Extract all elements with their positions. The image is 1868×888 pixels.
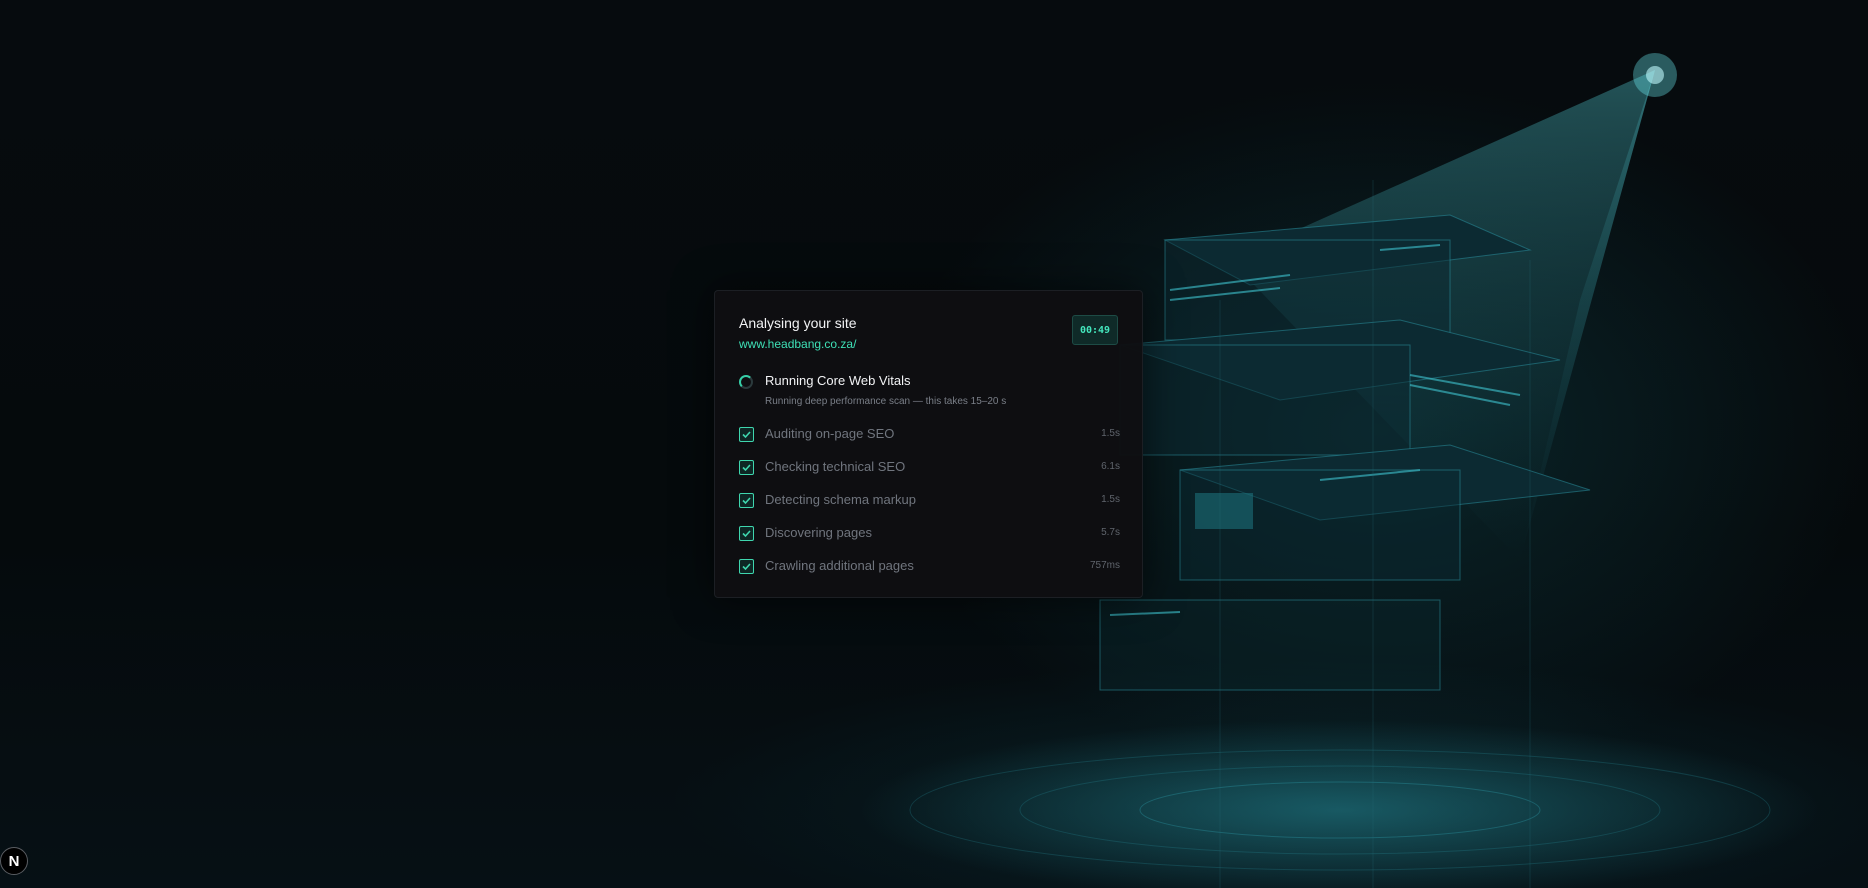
step-label: Auditing on-page SEO <box>765 426 895 441</box>
list-item: Auditing on-page SEO 1.5s <box>739 425 1120 458</box>
step-duration: 6.1s <box>1101 461 1120 472</box>
step-duration: 1.5s <box>1101 428 1120 439</box>
step-label: Detecting schema markup <box>765 492 917 507</box>
step-duration: 757ms <box>1089 560 1120 571</box>
site-url: www.headbang.co.za/ <box>739 337 857 351</box>
checkbox-checked-icon <box>739 493 754 508</box>
page-background: Analysing your site www.headbang.co.za/ … <box>0 0 1868 888</box>
list-item: Detecting schema markup 1.5s <box>739 491 1120 524</box>
nextjs-logo-icon: N <box>8 852 20 870</box>
current-step-subtitle: Running deep performance scan — this tak… <box>765 396 1007 407</box>
step-label: Checking technical SEO <box>765 459 906 474</box>
step-label: Discovering pages <box>765 525 872 540</box>
analysis-card: Analysing your site www.headbang.co.za/ … <box>714 290 1143 598</box>
step-duration: 1.5s <box>1101 494 1120 505</box>
list-item: Crawling additional pages 757ms <box>739 557 1120 590</box>
card-title: Analysing your site <box>739 315 857 331</box>
checkbox-checked-icon <box>739 460 754 475</box>
checkbox-checked-icon <box>739 559 754 574</box>
step-duration: 5.7s <box>1101 527 1120 538</box>
elapsed-timer: 00:49 <box>1072 315 1118 345</box>
list-item: Discovering pages 5.7s <box>739 524 1120 557</box>
checkbox-checked-icon <box>739 526 754 541</box>
list-item: Checking technical SEO 6.1s <box>739 458 1120 491</box>
current-step-label: Running Core Web Vitals <box>765 373 911 388</box>
checkbox-checked-icon <box>739 427 754 442</box>
spinner-icon <box>739 375 753 389</box>
completed-steps-list: Auditing on-page SEO 1.5s Checking techn… <box>739 425 1120 590</box>
step-label: Crawling additional pages <box>765 558 914 573</box>
nextjs-dev-badge[interactable]: N <box>0 847 28 875</box>
